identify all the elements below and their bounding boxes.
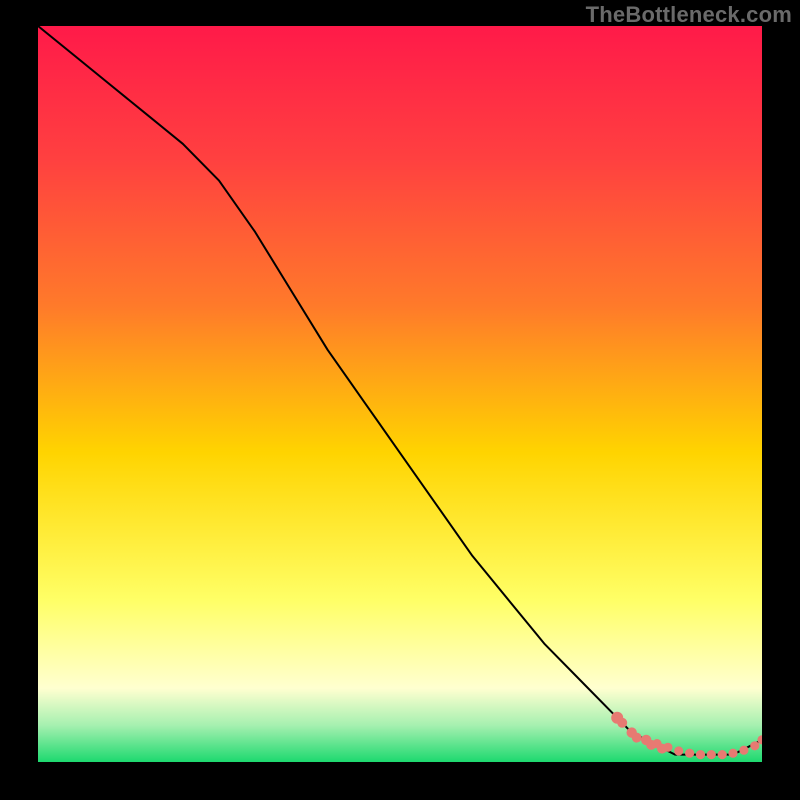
marker-dot [707,750,716,759]
marker-dot [663,743,672,752]
marker-dot [696,750,705,759]
watermark-text: TheBottleneck.com [586,2,792,28]
bottleneck-chart [38,26,762,762]
marker-dot [617,718,627,728]
gradient-background [38,26,762,762]
marker-dot [718,750,727,759]
chart-frame: TheBottleneck.com [0,0,800,800]
marker-dot [674,746,683,755]
marker-dot [728,749,737,758]
marker-dot [685,749,694,758]
marker-dot [632,733,642,743]
plot-area [38,26,762,762]
marker-dot [739,746,748,755]
marker-dot [750,741,759,750]
